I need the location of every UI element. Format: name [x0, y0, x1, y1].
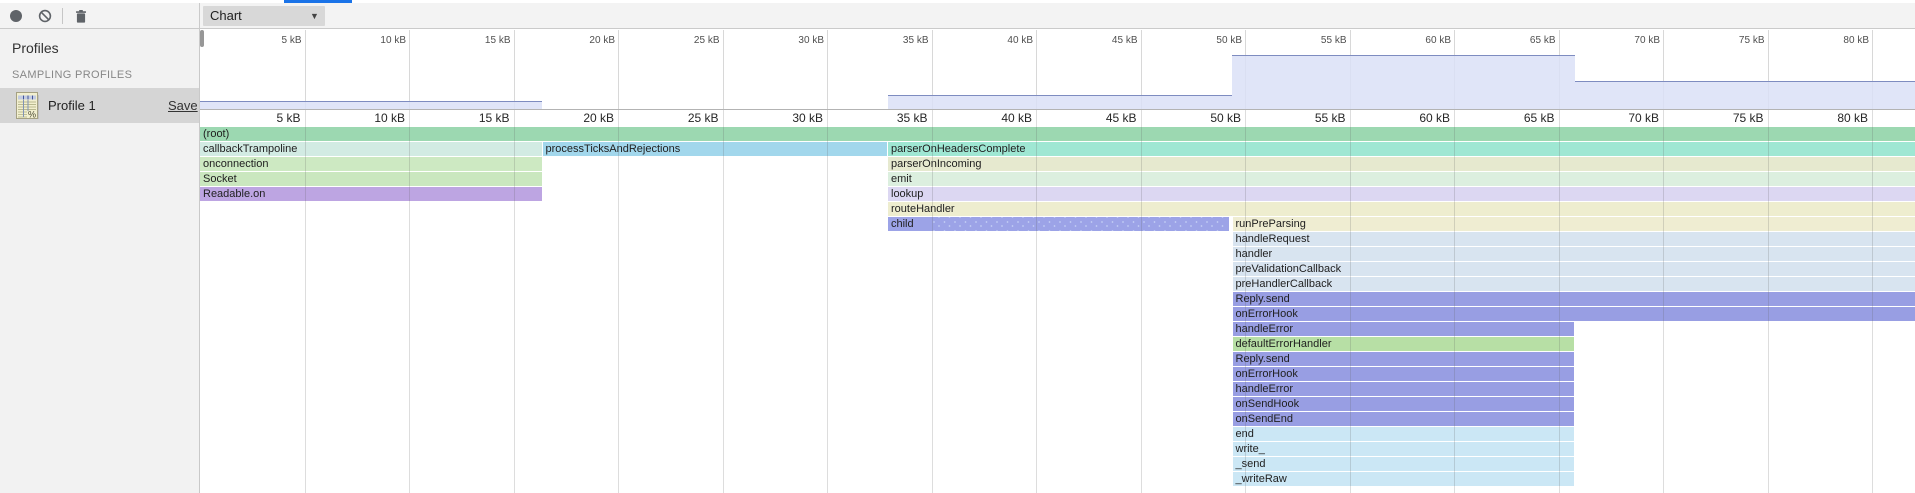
svg-text:%: % — [28, 110, 36, 120]
